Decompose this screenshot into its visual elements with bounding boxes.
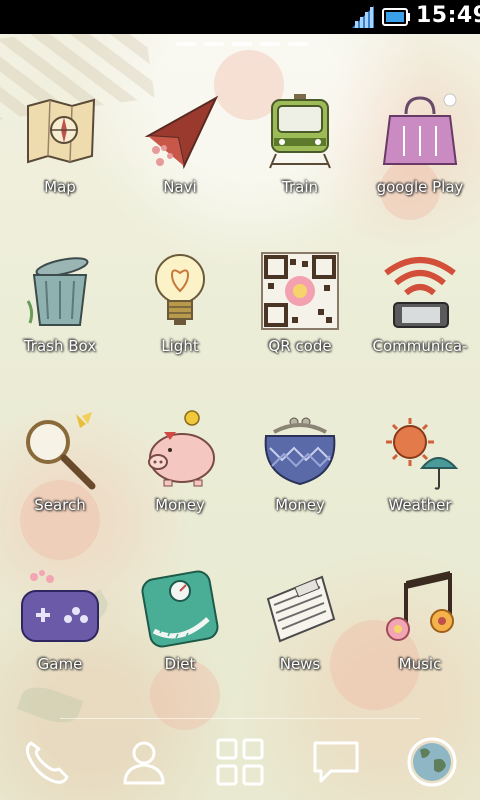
phone-icon — [25, 741, 69, 784]
dock-app-drawer-button[interactable] — [210, 734, 270, 790]
app-game[interactable]: Game — [0, 569, 120, 699]
app-map[interactable]: Map — [0, 92, 120, 222]
app-communication[interactable]: Communica- — [360, 251, 480, 381]
app-weather[interactable]: Weather — [360, 410, 480, 540]
app-label: Weather — [388, 496, 452, 514]
message-icon — [313, 741, 359, 783]
game-console-icon — [21, 570, 99, 642]
map-icon — [27, 98, 96, 164]
dock-contacts-button[interactable] — [114, 734, 174, 790]
app-label: Money — [275, 496, 325, 514]
page-dot — [204, 42, 224, 46]
scale-icon — [141, 570, 219, 648]
shopping-bag-icon — [382, 93, 458, 165]
app-label: Trash Box — [23, 337, 97, 355]
app-train[interactable]: Train — [240, 92, 360, 222]
dock-messaging-button[interactable] — [306, 734, 366, 790]
status-time: 15:49 — [416, 3, 480, 28]
app-news[interactable]: News — [240, 569, 360, 699]
page-dot — [176, 42, 196, 46]
contacts-icon — [123, 741, 165, 785]
purse-icon — [264, 417, 336, 486]
app-label: QR code — [268, 337, 332, 355]
app-label: google Play — [376, 178, 464, 196]
globe-icon — [407, 737, 457, 787]
home-screen: 15:49 Map Navi — [0, 0, 480, 800]
app-label: Communica- — [372, 337, 468, 355]
app-label: Diet — [164, 655, 196, 673]
signal-icon — [352, 6, 374, 28]
dock-browser-button[interactable] — [402, 734, 462, 790]
battery-icon — [382, 8, 410, 26]
page-dot — [260, 42, 280, 46]
train-icon — [269, 94, 331, 169]
app-label: Train — [282, 178, 318, 196]
dock-divider — [60, 718, 420, 719]
app-diet[interactable]: Diet — [120, 569, 240, 699]
app-label: Game — [37, 655, 83, 673]
qr-code-icon — [261, 252, 339, 330]
app-label: Search — [34, 496, 86, 514]
trash-can-icon — [26, 257, 89, 326]
app-drawer-icon — [216, 738, 264, 786]
piggy-bank-icon — [148, 410, 215, 487]
page-indicator — [176, 42, 308, 46]
app-trash-box[interactable]: Trash Box — [0, 251, 120, 381]
app-money-piggy[interactable]: Money — [120, 410, 240, 540]
magnifier-icon — [26, 412, 96, 490]
sun-umbrella-icon — [386, 418, 459, 490]
newspaper-icon — [266, 575, 336, 643]
app-label: News — [279, 655, 321, 673]
app-search[interactable]: Search — [0, 410, 120, 540]
navi-arrow-icon — [144, 95, 219, 170]
wifi-icon — [384, 257, 456, 328]
music-note-icon — [386, 571, 454, 641]
app-navi[interactable]: Navi — [120, 92, 240, 222]
app-music[interactable]: Music — [360, 569, 480, 699]
dock-phone-button[interactable] — [16, 734, 76, 790]
app-label: Light — [161, 337, 199, 355]
app-label: Music — [398, 655, 442, 673]
app-label: Money — [155, 496, 205, 514]
app-money-purse[interactable]: Money — [240, 410, 360, 540]
status-bar: 15:49 — [0, 0, 480, 34]
light-bulb-icon — [155, 254, 205, 325]
app-light[interactable]: Light — [120, 251, 240, 381]
app-label: Navi — [163, 178, 197, 196]
page-dot-active — [232, 42, 252, 46]
app-qr-code[interactable]: QR code — [240, 251, 360, 381]
app-google-play[interactable]: google Play — [360, 92, 480, 222]
page-dot — [288, 42, 308, 46]
app-label: Map — [44, 178, 76, 196]
